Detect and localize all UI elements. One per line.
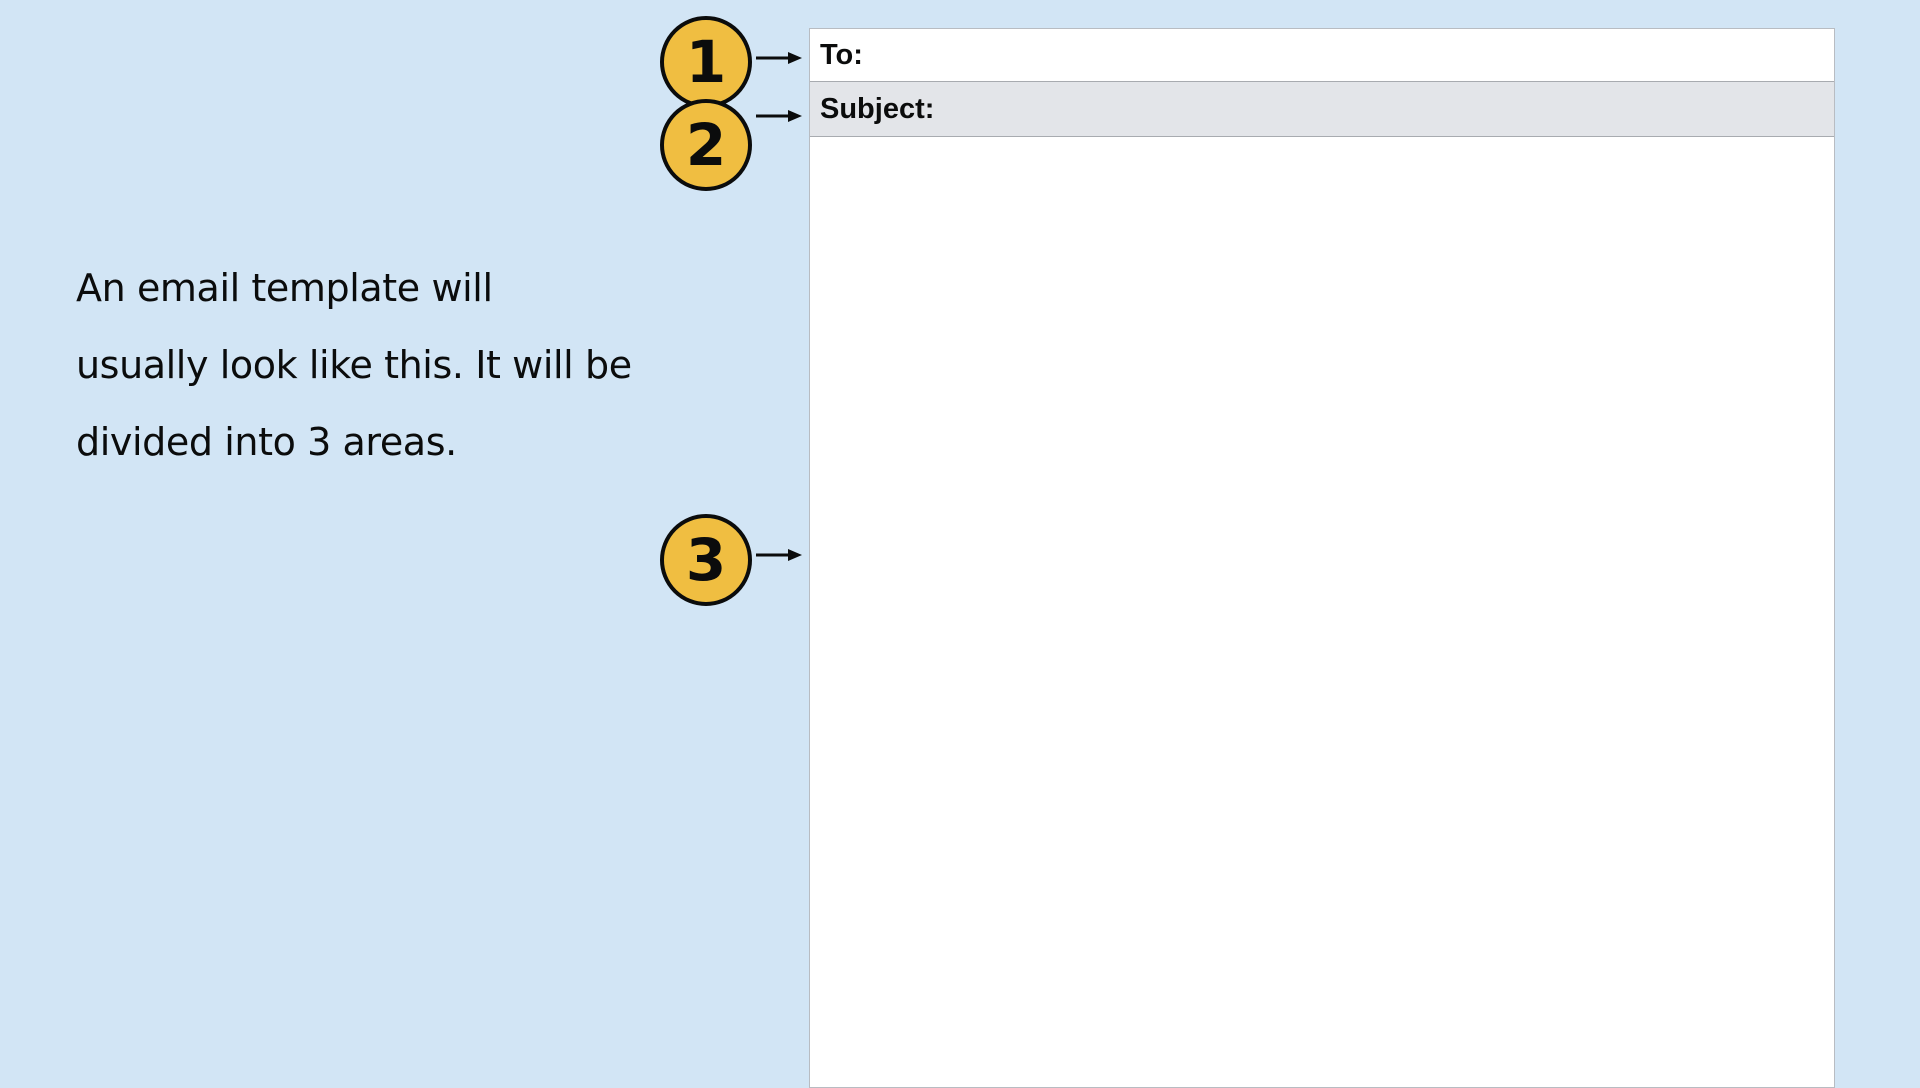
marker-2: 2 (660, 99, 752, 191)
to-field[interactable]: To: (810, 29, 1834, 82)
subject-label: Subject: (820, 93, 935, 125)
message-body[interactable] (810, 137, 1834, 1087)
email-template: To: Subject: (809, 28, 1835, 1088)
arrow-right-icon (756, 110, 802, 122)
intro-text: An email template will usually look like… (76, 266, 632, 464)
arrow-right-icon (756, 549, 802, 561)
arrow-right-icon (756, 52, 802, 64)
to-label: To: (820, 39, 863, 71)
subject-field[interactable]: Subject: (810, 82, 1834, 137)
marker-1: 1 (660, 16, 752, 108)
marker-3: 3 (660, 514, 752, 606)
